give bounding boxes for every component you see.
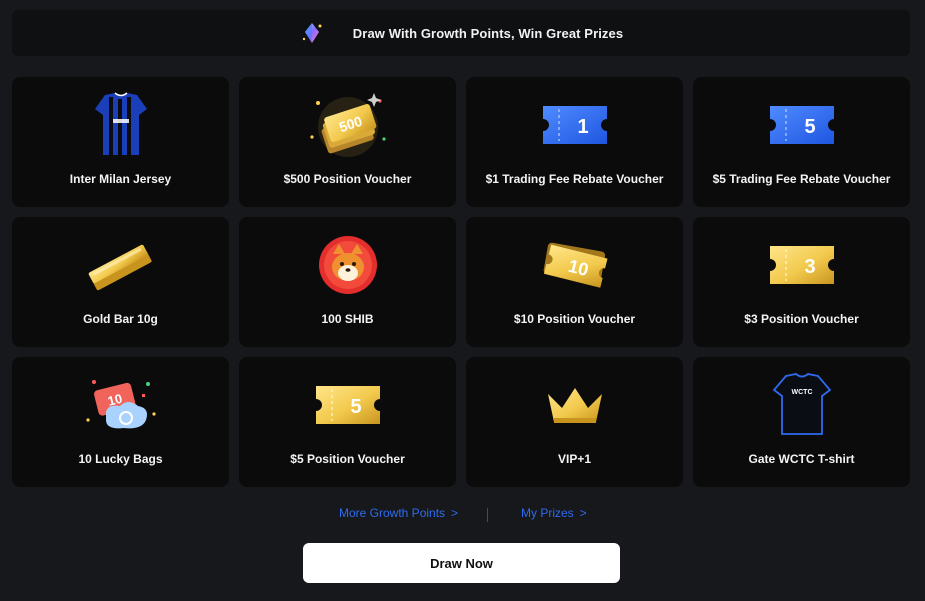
prize-card-500-position-voucher[interactable]: 500 $500 Position Voucher bbox=[239, 77, 456, 207]
gold-ticket-icon: 5 bbox=[298, 369, 398, 441]
my-prizes-link[interactable]: My Prizes > bbox=[521, 506, 587, 520]
prize-label: 10 Lucky Bags bbox=[78, 452, 163, 466]
chevron-right-icon: > bbox=[451, 506, 459, 520]
promo-banner: Draw With Growth Points, Win Great Prize… bbox=[12, 10, 910, 56]
voucher-amount: 5 bbox=[804, 116, 815, 138]
prize-label: VIP+1 bbox=[557, 452, 592, 466]
gold-bar-icon bbox=[71, 229, 171, 301]
prize-label: Gold Bar 10g bbox=[83, 312, 158, 326]
blue-ticket-icon: 5 bbox=[752, 89, 852, 161]
voucher-amount: 5 bbox=[350, 396, 361, 418]
lucky-bag-icon: 10 bbox=[71, 369, 171, 441]
voucher-amount: 1 bbox=[577, 116, 588, 138]
prize-card-inter-milan-jersey[interactable]: Inter Milan Jersey bbox=[12, 77, 229, 207]
chevron-right-icon: > bbox=[579, 506, 587, 520]
gold-ticket-stack-icon: 10 bbox=[525, 229, 625, 301]
link-label: My Prizes bbox=[521, 506, 574, 520]
gold-ticket-icon: 3 bbox=[752, 229, 852, 301]
prize-label: 100 SHIB bbox=[321, 312, 374, 326]
prize-card-gate-wctc-tshirt[interactable]: WCTC Gate WCTC T-shirt bbox=[693, 357, 910, 487]
link-label: More Growth Points bbox=[339, 506, 446, 520]
tshirt-print: WCTC bbox=[791, 389, 812, 396]
prize-card-5-position-voucher[interactable]: 5 $5 Position Voucher bbox=[239, 357, 456, 487]
prize-card-100-shib[interactable]: 100 SHIB bbox=[239, 217, 456, 347]
shib-coin-icon bbox=[298, 229, 398, 301]
banner-title: Draw With Growth Points, Win Great Prize… bbox=[352, 25, 624, 41]
draw-now-button[interactable]: Draw Now bbox=[303, 543, 620, 583]
prize-card-gold-bar-10g[interactable]: Gold Bar 10g bbox=[12, 217, 229, 347]
prize-label: $3 Position Voucher bbox=[744, 312, 859, 326]
prize-grid: Inter Milan Jersey 500 $500 Position Vou… bbox=[12, 77, 910, 487]
voucher-stack-icon: 500 bbox=[298, 89, 398, 161]
prize-label: Inter Milan Jersey bbox=[69, 172, 172, 186]
footer-links: More Growth Points > My Prizes > bbox=[0, 506, 925, 524]
more-growth-points-link[interactable]: More Growth Points > bbox=[339, 506, 458, 520]
link-divider bbox=[487, 508, 488, 522]
crown-icon bbox=[525, 369, 625, 441]
prize-card-vip-plus-1[interactable]: VIP+1 bbox=[466, 357, 683, 487]
prize-card-3-position-voucher[interactable]: 3 $3 Position Voucher bbox=[693, 217, 910, 347]
prize-card-5-trading-fee-rebate-voucher[interactable]: 5 $5 Trading Fee Rebate Voucher bbox=[693, 77, 910, 207]
blue-ticket-icon: 1 bbox=[525, 89, 625, 161]
prize-label: $5 Position Voucher bbox=[290, 452, 405, 466]
football-jersey-icon bbox=[71, 89, 171, 161]
prize-label: $10 Position Voucher bbox=[513, 312, 636, 326]
prize-card-10-lucky-bags[interactable]: 10 10 Lucky Bags bbox=[12, 357, 229, 487]
sparkle-gem-icon bbox=[299, 20, 325, 46]
voucher-amount: 3 bbox=[804, 256, 815, 278]
prize-label: Gate WCTC T-shirt bbox=[748, 452, 855, 466]
tshirt-icon: WCTC bbox=[752, 369, 852, 441]
prize-label: $500 Position Voucher bbox=[283, 172, 412, 186]
prize-label: $1 Trading Fee Rebate Voucher bbox=[485, 172, 664, 186]
prize-card-10-position-voucher[interactable]: 10 $10 Position Voucher bbox=[466, 217, 683, 347]
prize-card-1-trading-fee-rebate-voucher[interactable]: 1 $1 Trading Fee Rebate Voucher bbox=[466, 77, 683, 207]
prize-label: $5 Trading Fee Rebate Voucher bbox=[712, 172, 891, 186]
